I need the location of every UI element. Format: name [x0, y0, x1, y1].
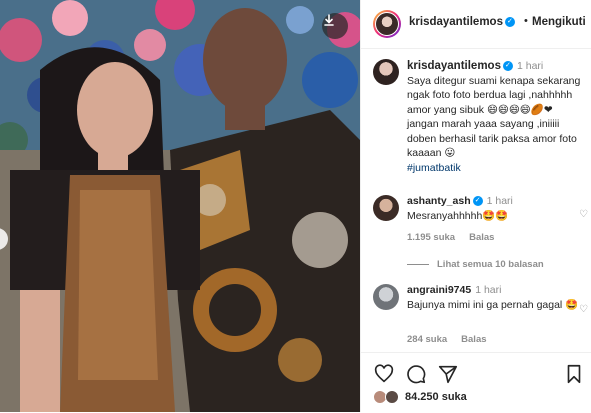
- post-photo[interactable]: [0, 0, 360, 412]
- save-icon[interactable]: [563, 363, 585, 385]
- author-avatar[interactable]: [373, 10, 401, 38]
- comment-time: 1 hari: [475, 284, 502, 296]
- verified-icon: ✓: [504, 16, 515, 27]
- reply-button[interactable]: Balas: [469, 232, 494, 243]
- comment-meta: 1.195 suka Balas: [407, 232, 508, 243]
- heart-icon[interactable]: [373, 363, 395, 385]
- replies-divider: [407, 263, 429, 265]
- hashtag-link[interactable]: #jumatbatik: [407, 161, 585, 176]
- author-name-text[interactable]: krisdayantilemos: [409, 16, 503, 28]
- comment-avatar[interactable]: [373, 195, 399, 221]
- comment-text: Bajunya mimi ini ga pernah gagal 🤩: [407, 298, 579, 311]
- comment-username[interactable]: angraini9745: [407, 284, 471, 296]
- verified-icon: ✓: [502, 61, 513, 72]
- comment-icon[interactable]: [405, 363, 427, 385]
- view-replies-button[interactable]: Lihat semua 10 balasan: [407, 259, 544, 270]
- photo-illustration: [0, 0, 360, 412]
- action-bar: 84.250 suka: [361, 352, 591, 413]
- comment-like-heart-icon[interactable]: ♡: [579, 304, 588, 315]
- separator-dot: •: [524, 15, 528, 27]
- caption-avatar[interactable]: [373, 59, 399, 85]
- caption-text: Saya ditegur suami kenapa sekarang ngak …: [407, 74, 581, 160]
- download-icon: [324, 14, 334, 26]
- comment-avatar[interactable]: [373, 284, 399, 310]
- comment-like-count[interactable]: 1.195 suka: [407, 232, 455, 243]
- comment-meta: 284 suka Balas: [407, 334, 501, 345]
- verified-icon: ✓: [472, 196, 483, 207]
- comment-username[interactable]: ashanty_ash: [407, 195, 471, 207]
- comment-text: Mesranyahhhhh🤩🤩: [407, 209, 509, 222]
- liker-avatar: [385, 390, 399, 404]
- comments-scroll[interactable]: krisdayantilemos ✓ 1 hari Saya ditegur sua…: [361, 49, 591, 351]
- caption-time: 1 hari: [516, 60, 544, 72]
- comment: ashanty_ash ✓ 1 hari Mesranyahhhhh🤩🤩: [407, 194, 587, 223]
- comment-time: 1 hari: [486, 195, 513, 207]
- caption-username[interactable]: krisdayantilemos: [407, 60, 501, 72]
- download-button[interactable]: [322, 13, 348, 39]
- comment: angraini9745 1 hari Bajunya mimi ini ga p…: [407, 283, 587, 312]
- follow-button[interactable]: Mengikuti: [532, 16, 586, 28]
- view-replies-text[interactable]: Lihat semua 10 balasan: [437, 259, 544, 270]
- author-username[interactable]: krisdayantilemos ✓: [409, 16, 515, 28]
- caption: krisdayantilemos ✓ 1 hari Saya ditegur sua…: [407, 59, 585, 175]
- post-panel: krisdayantilemos ✓ • Mengikuti krisdayant…: [360, 0, 591, 412]
- likes-count[interactable]: 84.250 suka: [405, 391, 467, 403]
- reply-button[interactable]: Balas: [461, 334, 486, 345]
- post-header: krisdayantilemos ✓ • Mengikuti: [361, 0, 591, 49]
- share-icon[interactable]: [437, 363, 459, 385]
- comment-like-heart-icon[interactable]: ♡: [579, 209, 588, 220]
- comment-like-count[interactable]: 284 suka: [407, 334, 447, 345]
